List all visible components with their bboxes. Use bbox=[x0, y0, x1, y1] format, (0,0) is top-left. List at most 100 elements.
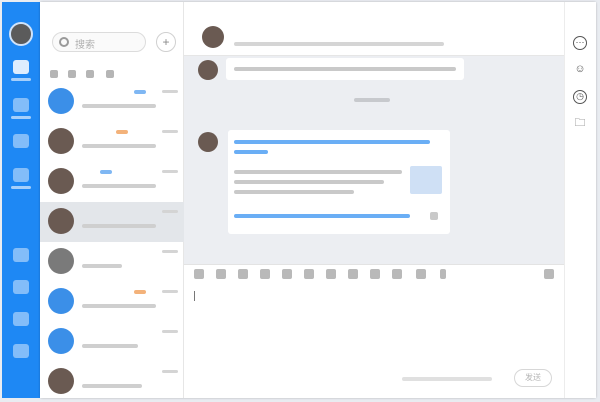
conversation-list-panel: 搜索 + bbox=[40, 2, 184, 398]
shortcut-hint bbox=[402, 377, 492, 381]
avatar bbox=[48, 208, 74, 234]
search-icon bbox=[59, 37, 69, 47]
schedule-icon[interactable] bbox=[348, 269, 358, 279]
list-item[interactable] bbox=[40, 82, 184, 122]
draw-icon[interactable] bbox=[370, 269, 380, 279]
message-preview bbox=[82, 264, 122, 268]
app-root: – ⧉ ✕ 搜索 + bbox=[0, 0, 600, 400]
timestamp bbox=[162, 290, 178, 293]
avatar bbox=[48, 88, 74, 114]
card-title-line2 bbox=[234, 150, 268, 154]
tag-badge bbox=[134, 290, 146, 294]
chat-avatar[interactable] bbox=[202, 26, 224, 48]
timestamp bbox=[162, 250, 178, 253]
folder-icon[interactable]: 🗀 bbox=[573, 116, 587, 130]
list-item[interactable] bbox=[40, 162, 184, 202]
add-member-icon[interactable]: ☺ bbox=[573, 62, 587, 76]
tag-badge bbox=[134, 90, 146, 94]
avatar bbox=[48, 128, 74, 154]
time-separator bbox=[354, 98, 390, 102]
apps-icon[interactable] bbox=[13, 248, 29, 262]
list-item[interactable] bbox=[40, 362, 184, 402]
timestamp bbox=[162, 130, 178, 133]
timestamp bbox=[162, 170, 178, 173]
more-icon[interactable] bbox=[13, 344, 29, 358]
chat-actions-rail: ⋯ ☺ ◷ 🗀 bbox=[564, 2, 596, 398]
filter-bar bbox=[48, 66, 178, 82]
chat-header bbox=[184, 2, 564, 56]
vote-icon[interactable] bbox=[326, 269, 336, 279]
composer-toolbar bbox=[184, 266, 564, 282]
timestamp bbox=[162, 90, 178, 93]
search-placeholder: 搜索 bbox=[75, 40, 95, 51]
link-card[interactable] bbox=[228, 130, 450, 234]
calendar-icon[interactable] bbox=[13, 168, 29, 182]
tag-badge bbox=[100, 170, 112, 174]
message-preview bbox=[82, 344, 138, 348]
send-button[interactable]: 发送 bbox=[514, 369, 552, 387]
emoji-icon[interactable] bbox=[194, 269, 204, 279]
add-chat-button[interactable]: + bbox=[156, 32, 176, 52]
chat-panel: 发送 bbox=[184, 2, 564, 398]
main-window: – ⧉ ✕ 搜索 + bbox=[40, 2, 596, 398]
message-bubble bbox=[226, 58, 464, 80]
template-icon[interactable] bbox=[304, 269, 314, 279]
chat-icon[interactable] bbox=[13, 60, 29, 74]
message-preview bbox=[82, 144, 156, 148]
message-preview bbox=[82, 384, 142, 388]
tag-badge bbox=[116, 130, 128, 134]
file-icon[interactable] bbox=[238, 269, 248, 279]
list-item[interactable] bbox=[40, 282, 184, 322]
user-avatar[interactable] bbox=[9, 22, 33, 46]
message-preview bbox=[82, 104, 156, 108]
image-icon[interactable] bbox=[216, 269, 226, 279]
chat-label bbox=[11, 78, 31, 81]
message-preview bbox=[82, 184, 156, 188]
contacts-icon[interactable] bbox=[13, 98, 29, 112]
sender-avatar[interactable] bbox=[198, 60, 218, 80]
phone-icon[interactable] bbox=[392, 269, 402, 279]
timestamp bbox=[162, 370, 178, 373]
card-thumbnail bbox=[410, 166, 442, 194]
video-icon[interactable] bbox=[416, 269, 426, 279]
card-desc bbox=[234, 170, 402, 174]
text-caret bbox=[194, 291, 195, 301]
timestamp bbox=[162, 210, 178, 213]
message-text bbox=[234, 67, 456, 71]
list-item[interactable] bbox=[40, 322, 184, 362]
avatar bbox=[48, 288, 74, 314]
screenshot-icon[interactable] bbox=[260, 269, 270, 279]
message-preview bbox=[82, 304, 156, 308]
card-share-icon[interactable] bbox=[430, 212, 438, 220]
contacts-label bbox=[11, 116, 31, 119]
history-icon[interactable]: ◷ bbox=[573, 90, 587, 104]
avatar bbox=[48, 248, 74, 274]
card-title bbox=[234, 140, 430, 144]
message-preview bbox=[82, 224, 156, 228]
workspace-icon[interactable] bbox=[13, 134, 29, 148]
left-nav-rail bbox=[2, 2, 40, 398]
search-input[interactable]: 搜索 bbox=[52, 32, 146, 52]
list-item-active[interactable] bbox=[40, 202, 184, 242]
sender-avatar[interactable] bbox=[198, 132, 218, 152]
list-item[interactable] bbox=[40, 242, 184, 282]
filter-mention-icon[interactable] bbox=[86, 70, 94, 78]
expand-icon[interactable] bbox=[544, 269, 554, 279]
card-desc bbox=[234, 190, 354, 194]
filter-group-icon[interactable] bbox=[106, 70, 114, 78]
filter-unread-icon[interactable] bbox=[68, 70, 76, 78]
avatar bbox=[48, 368, 74, 394]
card-desc bbox=[234, 180, 384, 184]
list-item[interactable] bbox=[40, 122, 184, 162]
docs-icon[interactable] bbox=[13, 280, 29, 294]
card-link[interactable] bbox=[234, 214, 410, 218]
more-options-icon[interactable]: ⋯ bbox=[573, 36, 587, 50]
filter-all-icon[interactable] bbox=[50, 70, 58, 78]
avatar bbox=[48, 328, 74, 354]
calendar-label bbox=[11, 186, 31, 189]
message-composer[interactable]: 发送 bbox=[184, 264, 564, 398]
mention-icon[interactable] bbox=[282, 269, 292, 279]
chevron-down-icon[interactable] bbox=[440, 269, 446, 279]
conversation-list bbox=[40, 82, 184, 402]
settings-icon[interactable] bbox=[13, 312, 29, 326]
